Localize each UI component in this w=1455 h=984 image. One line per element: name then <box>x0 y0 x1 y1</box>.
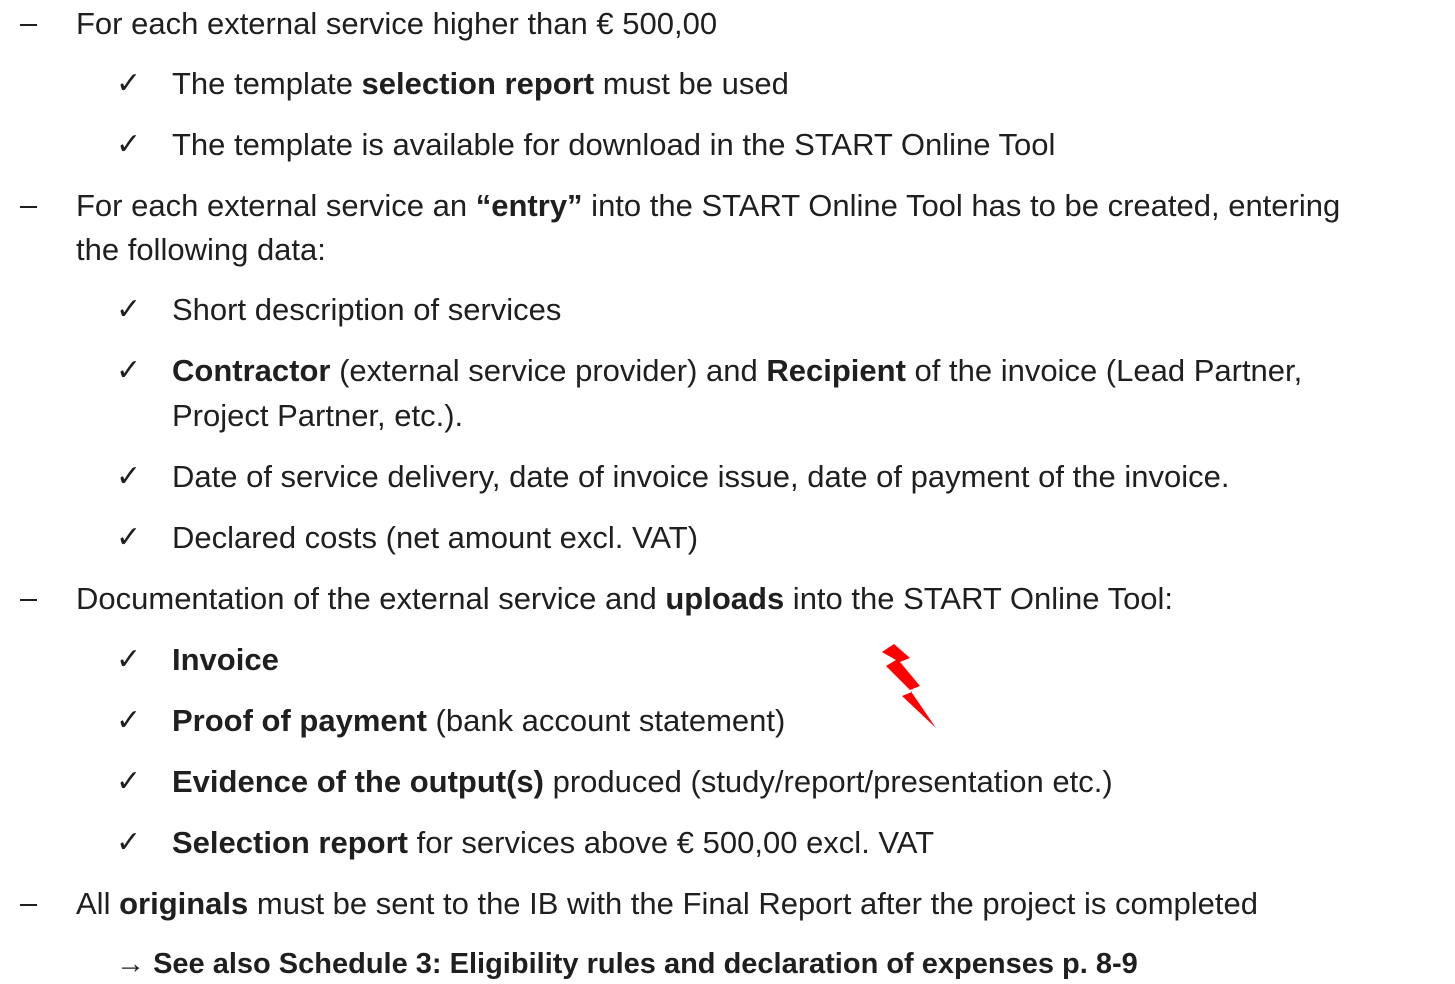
text-run: Short description of services <box>172 292 562 327</box>
text-run: produced (study/report/presentation etc.… <box>544 764 1113 799</box>
text-run-bold: Invoice <box>172 642 279 677</box>
sub-bullet-text-continuation: Project Partner, etc.). <box>172 398 464 433</box>
text-run: For each external service an <box>76 188 476 223</box>
checkmark-icon: ✓ <box>116 127 142 162</box>
sub-bullet-text: Short description of services <box>172 290 561 330</box>
sub-bullet-text: Declared costs (net amount excl. VAT) <box>172 518 698 558</box>
checkmark-icon: ✓ <box>116 353 142 388</box>
text-run-bold: “entry” <box>475 188 583 223</box>
text-run-bold: Recipient <box>766 353 906 388</box>
text-run: Date of service delivery, date of invoic… <box>172 459 1230 494</box>
checkmark-icon: ✓ <box>116 764 142 799</box>
bullet-text: All originals must be sent to the IB wit… <box>76 884 1258 924</box>
text-run: (external service provider) and <box>330 353 767 388</box>
sub-bullet-text: Selection report for services above € 50… <box>172 823 934 863</box>
schedule-reference-text: See also Schedule 3: Eligibility rules a… <box>153 948 1138 980</box>
text-run-bold: selection report <box>361 66 595 101</box>
checkmark-icon: ✓ <box>116 825 142 860</box>
text-run-bold: uploads <box>665 581 785 616</box>
lightning-bolt-icon <box>882 644 936 728</box>
schedule-reference: → See also Schedule 3: Eligibility rules… <box>116 944 1138 984</box>
checkmark-icon: ✓ <box>116 459 142 494</box>
bullet-text-continuation: the following data: <box>76 232 326 267</box>
bullet-text: Documentation of the external service an… <box>76 579 1173 619</box>
text-run: The template is available for download i… <box>172 127 1056 162</box>
text-run-bold: Proof of payment <box>172 703 427 738</box>
checkmark-icon: ✓ <box>116 642 142 677</box>
checkmark-icon: ✓ <box>116 520 142 555</box>
text-run-bold: Contractor <box>172 353 331 388</box>
sub-bullet-text: Invoice <box>172 640 279 680</box>
sub-bullet-text: Evidence of the output(s) produced (stud… <box>172 762 1113 802</box>
bullet-text: For each external service higher than € … <box>76 4 717 44</box>
text-run: must be sent to the IB with the Final Re… <box>248 886 1259 921</box>
text-run-bold: Selection report <box>172 825 408 860</box>
text-run-bold: originals <box>119 886 249 921</box>
text-run: Declared costs (net amount excl. VAT) <box>172 520 699 555</box>
sub-bullet-text: Contractor (external service provider) a… <box>172 351 1302 391</box>
text-run: Documentation of the external service an… <box>76 581 666 616</box>
text-run: (bank account statement) <box>426 703 786 738</box>
text-run: into the START Online Tool: <box>784 581 1174 616</box>
bullet-text: For each external service an “entry” int… <box>76 186 1340 226</box>
text-run-bold: Evidence of the output(s) <box>172 764 544 799</box>
sub-bullet-text: The template selection report must be us… <box>172 64 789 104</box>
text-run: must be used <box>594 66 789 101</box>
sub-bullet-text: Proof of payment (bank account statement… <box>172 701 785 741</box>
sub-bullet-text: The template is available for download i… <box>172 125 1055 165</box>
text-run: For each external service higher than € … <box>76 6 718 41</box>
text-run: of the invoice (Lead Partner, <box>905 353 1303 388</box>
arrow-right-icon: → <box>116 948 145 980</box>
checkmark-icon: ✓ <box>116 292 142 327</box>
text-run: The template <box>172 66 362 101</box>
sub-bullet-text: Date of service delivery, date of invoic… <box>172 457 1229 497</box>
text-run: for services above € 500,00 excl. VAT <box>408 825 935 860</box>
checkmark-icon: ✓ <box>116 703 142 738</box>
text-run: into the START Online Tool has to be cre… <box>582 188 1341 223</box>
text-run: All <box>76 886 120 921</box>
checkmark-icon: ✓ <box>116 66 142 101</box>
